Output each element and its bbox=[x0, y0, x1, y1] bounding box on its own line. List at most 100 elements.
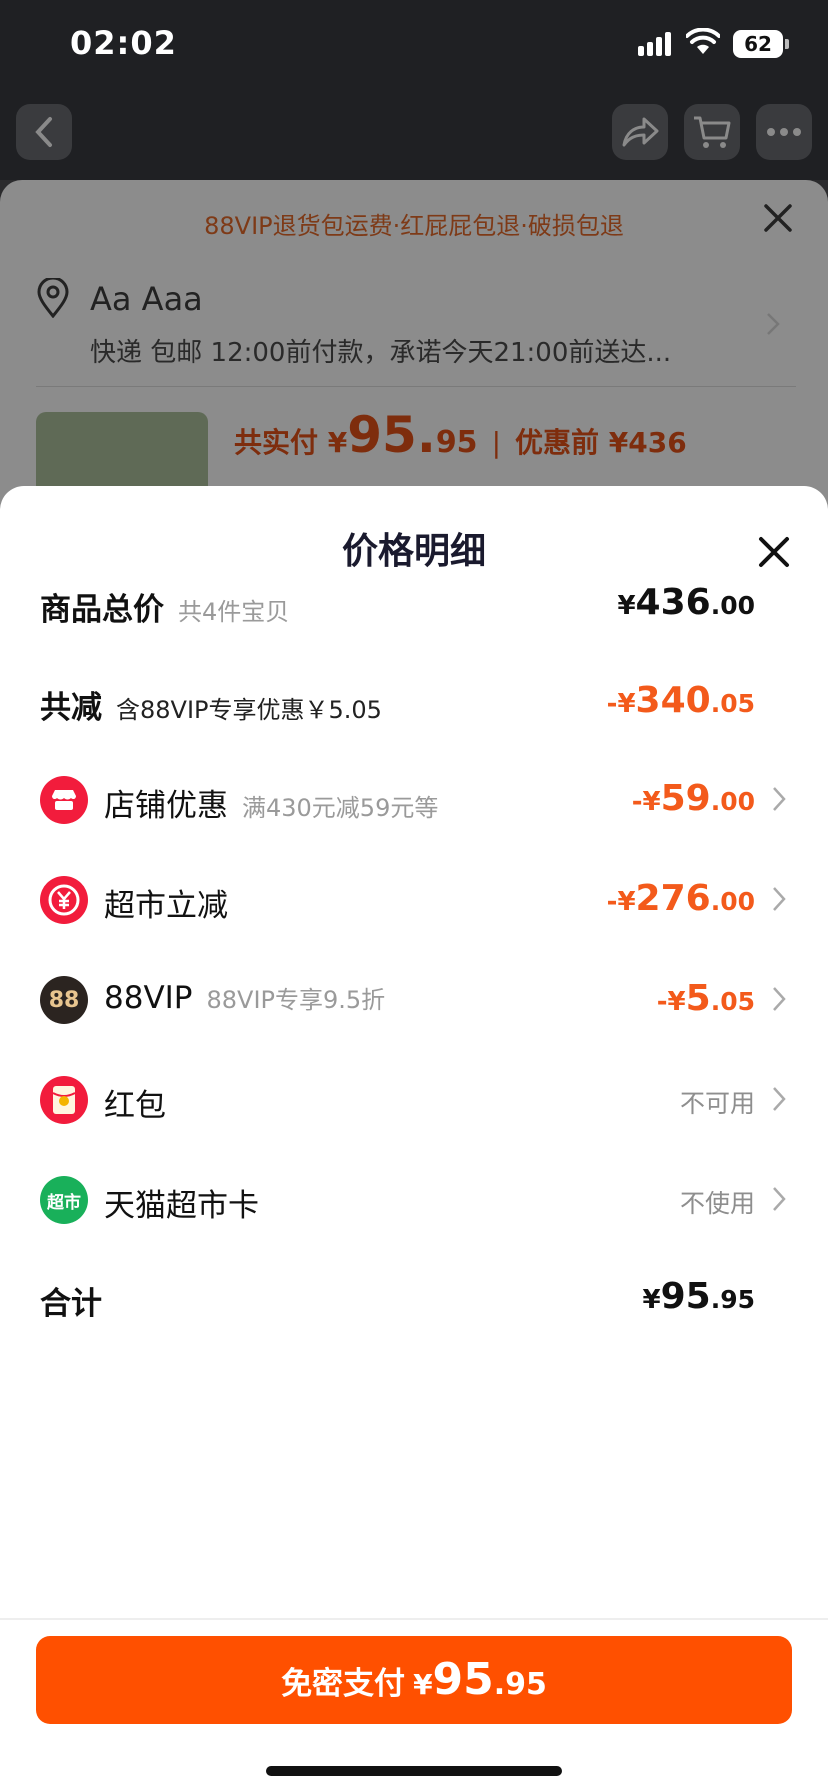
reduction-label: 共减 bbox=[40, 690, 102, 726]
share-icon bbox=[622, 117, 659, 147]
amount-dec: .00 bbox=[710, 591, 755, 620]
price-detail-sheet: 价格明细 商品总价 共4件宝贝 ¥ 436 .00 共减 含88VIP专享优惠￥… bbox=[0, 486, 828, 1792]
store-discount-amount: -¥ 59 .00 bbox=[632, 778, 755, 819]
row-label: 共减 含88VIP专享优惠￥5.05 bbox=[40, 682, 382, 727]
status-bar: 02:02 62 bbox=[0, 0, 828, 90]
store-discount-note: 满430元减59元等 bbox=[242, 794, 439, 822]
currency: ¥ bbox=[617, 591, 636, 621]
vip-label: 88VIP bbox=[104, 980, 193, 1016]
row-market-discount[interactable]: 超市立减 -¥ 276 .00 bbox=[0, 870, 828, 930]
chevron-right-icon bbox=[773, 787, 786, 811]
sum-amount: ¥ 95 .95 bbox=[643, 1276, 756, 1317]
red-packet-icon bbox=[40, 1076, 88, 1124]
market-discount-amount: -¥ 276 .00 bbox=[607, 878, 755, 919]
row-label: 商品总价 共4件宝贝 bbox=[40, 584, 289, 629]
amount-dec: .95 bbox=[710, 1285, 755, 1314]
cart-icon bbox=[694, 116, 731, 148]
pay-dec: 95 bbox=[435, 425, 478, 460]
amount-int: 5 bbox=[685, 978, 711, 1019]
amount-int: 436 bbox=[635, 582, 711, 623]
reduction-note: 含88VIP专享优惠￥5.05 bbox=[116, 696, 382, 724]
back-button[interactable] bbox=[16, 104, 72, 160]
yuan-coupon-icon bbox=[40, 876, 88, 924]
row-label: 红包 bbox=[104, 1080, 166, 1125]
location-icon bbox=[37, 278, 69, 318]
pay-label: 共实付 ¥ bbox=[234, 426, 348, 459]
wifi-icon bbox=[686, 28, 720, 54]
amount-int: 340 bbox=[635, 680, 711, 721]
status-time: 02:02 bbox=[70, 24, 177, 62]
red-packet-status: 不可用 bbox=[679, 1089, 755, 1118]
currency: -¥ bbox=[606, 887, 636, 917]
currency: -¥ bbox=[606, 689, 636, 719]
store-icon bbox=[40, 776, 88, 824]
currency: ¥ bbox=[642, 1285, 661, 1315]
currency: ¥ bbox=[413, 1668, 433, 1701]
row-label: 店铺优惠 满430元减59元等 bbox=[104, 780, 438, 825]
pre-discount: 优惠前 ¥436 bbox=[515, 426, 687, 459]
market-card-label: 天猫超市卡 bbox=[104, 1188, 259, 1224]
row-sum: 合计 ¥ 95 .95 bbox=[0, 1268, 828, 1328]
amount-dec: .00 bbox=[710, 787, 755, 816]
row-goods-total: 商品总价 共4件宝贝 ¥ 436 .00 bbox=[0, 574, 828, 634]
battery-icon: 62 bbox=[733, 30, 789, 58]
more-icon bbox=[767, 128, 801, 136]
chevron-right-icon bbox=[773, 887, 786, 911]
address-name: Aa Aaa bbox=[90, 280, 203, 318]
currency: -¥ bbox=[631, 787, 661, 817]
market-discount-label: 超市立减 bbox=[104, 888, 228, 924]
amount-dec: .95 bbox=[493, 1667, 547, 1702]
signal-icon bbox=[638, 32, 672, 56]
amount-int: 95 bbox=[660, 1276, 711, 1317]
row-label: 超市立减 bbox=[104, 880, 228, 925]
row-88vip[interactable]: 88 88VIP 88VIP专享9.5折 -¥ 5 .05 bbox=[0, 970, 828, 1030]
divider bbox=[36, 386, 796, 387]
payment-summary: 共实付 ¥ 95. 95 | 优惠前 ¥436 bbox=[234, 406, 687, 464]
currency: -¥ bbox=[656, 987, 686, 1017]
goods-count: 共4件宝贝 bbox=[178, 598, 290, 626]
sheet-title: 价格明细 bbox=[341, 531, 486, 572]
store-discount-label: 店铺优惠 bbox=[104, 788, 228, 824]
red-packet-label: 红包 bbox=[104, 1088, 166, 1124]
market-card-icon: 超市 bbox=[40, 1176, 88, 1224]
pay-button[interactable]: 免密支付 ¥ 95 .95 bbox=[36, 1636, 792, 1724]
pay-button-label: 免密支付 bbox=[281, 1666, 406, 1702]
close-icon[interactable] bbox=[756, 534, 792, 570]
row-red-packet[interactable]: 红包 不可用 bbox=[0, 1070, 828, 1130]
reduction-amount: -¥ 340 .05 bbox=[607, 680, 755, 721]
vip-amount: -¥ 5 .05 bbox=[657, 978, 755, 1019]
share-button[interactable] bbox=[612, 104, 668, 160]
chevron-right-icon bbox=[773, 1087, 786, 1111]
sum-label: 合计 bbox=[40, 1286, 102, 1322]
shipping-info: 快递 包邮 12:00前付款，承诺今天21:00前送达... bbox=[90, 338, 672, 368]
goods-total-label: 商品总价 bbox=[40, 592, 164, 628]
home-indicator bbox=[266, 1766, 562, 1776]
amount-int: 95 bbox=[432, 1654, 494, 1705]
separator: | bbox=[491, 426, 501, 459]
chevron-right-icon bbox=[767, 313, 780, 335]
amount-int: 59 bbox=[660, 778, 711, 819]
pay-int: 95. bbox=[347, 406, 436, 464]
row-label: 合计 bbox=[40, 1278, 102, 1323]
row-tmall-market-card[interactable]: 超市 天猫超市卡 不使用 bbox=[0, 1170, 828, 1230]
row-store-discount[interactable]: 店铺优惠 满430元减59元等 -¥ 59 .00 bbox=[0, 770, 828, 830]
chevron-left-icon bbox=[35, 117, 52, 147]
service-banner: 88VIP退货包运费·红屁屁包退·破损包退 bbox=[204, 212, 624, 240]
amount-dec: .05 bbox=[710, 689, 755, 718]
goods-total-amount: ¥ 436 .00 bbox=[617, 582, 755, 623]
close-icon[interactable] bbox=[762, 202, 794, 234]
chevron-right-icon bbox=[773, 1187, 786, 1211]
amount-int: 276 bbox=[635, 878, 711, 919]
market-card-status: 不使用 bbox=[679, 1189, 755, 1218]
row-total-reduction: 共减 含88VIP专享优惠￥5.05 -¥ 340 .05 bbox=[0, 672, 828, 732]
row-label: 天猫超市卡 bbox=[104, 1180, 259, 1225]
row-label: 88VIP 88VIP专享9.5折 bbox=[104, 980, 385, 1016]
cart-button[interactable] bbox=[684, 104, 740, 160]
chevron-right-icon bbox=[773, 987, 786, 1011]
amount-dec: .00 bbox=[710, 887, 755, 916]
vip-badge-icon: 88 bbox=[40, 976, 88, 1024]
more-button[interactable] bbox=[756, 104, 812, 160]
divider bbox=[0, 1618, 828, 1620]
vip-note: 88VIP专享9.5折 bbox=[206, 986, 386, 1014]
amount-dec: .05 bbox=[710, 987, 755, 1016]
